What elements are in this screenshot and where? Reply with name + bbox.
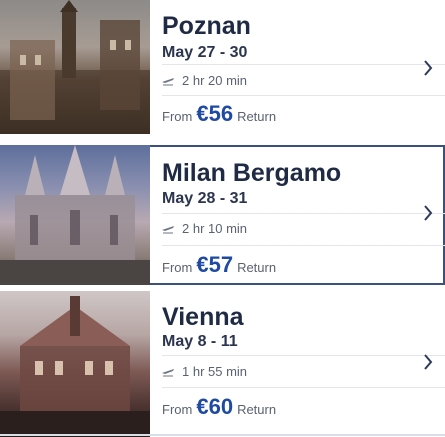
destination-info: Vienna May 8 - 11 1 hr 55 min From €60 R… [150,291,445,437]
city-name: Milan Bergamo [162,159,342,187]
plane-icon [162,368,174,376]
flight-duration-row: 1 hr 55 min [162,364,247,379]
destination-image [0,291,150,437]
price-row: From €60 Return [162,394,276,420]
flight-duration: 2 hr 10 min [182,221,248,236]
divider [162,213,445,214]
destination-image [0,145,150,285]
divider [162,387,445,388]
from-label: From [162,109,193,124]
price-suffix: Return [237,402,277,417]
price-value: €56 [196,101,234,126]
chevron-right-icon[interactable] [423,354,433,370]
chevron-right-icon[interactable] [423,60,433,76]
price-row: From €57 Return [162,252,276,278]
flight-duration: 2 hr 20 min [182,73,248,88]
flight-duration-row: 2 hr 20 min [162,73,247,88]
city-name: Poznan [162,12,251,40]
travel-dates: May 8 - 11 [162,333,238,350]
flight-duration: 1 hr 55 min [182,364,248,379]
price-value: €57 [196,252,234,277]
destination-card-poznan[interactable]: Poznan May 27 - 30 2 hr 20 min From €56 … [0,0,445,134]
travel-dates: May 28 - 31 [162,190,248,207]
divider [162,355,445,356]
from-label: From [162,260,193,275]
from-label: From [162,402,193,417]
chevron-right-icon[interactable] [423,205,433,221]
city-name: Vienna [162,303,244,331]
destination-image [0,0,150,134]
divider [162,95,445,96]
plane-icon [162,77,174,85]
plane-icon [162,225,174,233]
flight-duration-row: 2 hr 10 min [162,221,247,236]
divider [162,245,445,246]
price-row: From €56 Return [162,101,276,127]
list-bottom-border [0,434,445,436]
divider [162,64,445,65]
destination-info: Poznan May 27 - 30 2 hr 20 min From €56 … [150,0,445,134]
travel-dates: May 27 - 30 [162,44,248,61]
price-suffix: Return [237,260,277,275]
destination-info: Milan Bergamo May 28 - 31 2 hr 10 min Fr… [150,145,445,285]
destination-card-vienna[interactable]: Vienna May 8 - 11 1 hr 55 min From €60 R… [0,291,445,437]
price-suffix: Return [237,109,277,124]
destination-card-milan-bergamo[interactable]: Milan Bergamo May 28 - 31 2 hr 10 min Fr… [0,145,445,285]
price-value: €60 [196,394,234,419]
